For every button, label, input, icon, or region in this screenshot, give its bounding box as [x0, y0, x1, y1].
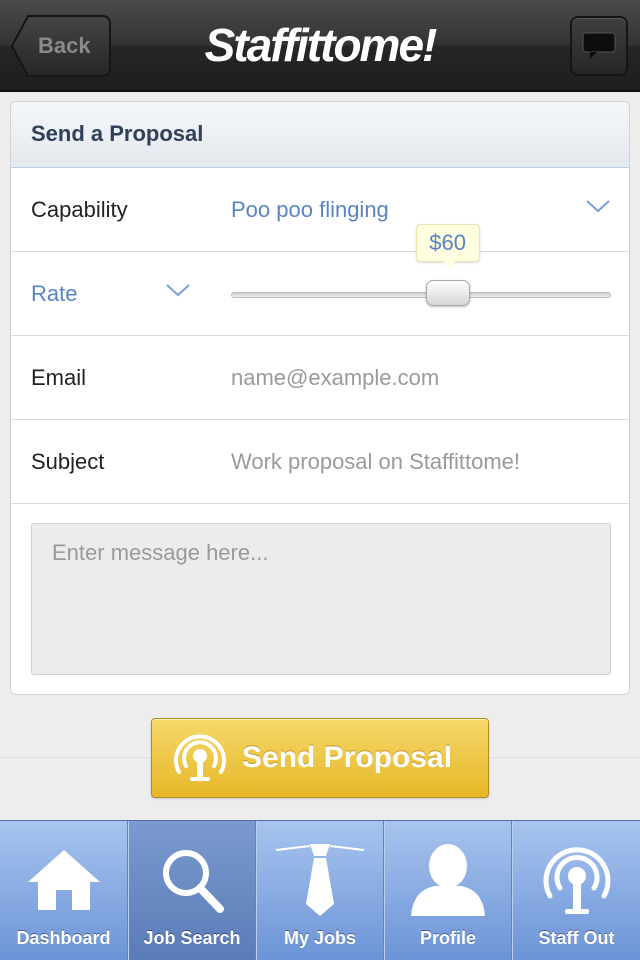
rate-slider-thumb[interactable] [425, 280, 470, 306]
email-label: Email [31, 365, 87, 390]
chevron-down-icon[interactable] [165, 282, 191, 298]
rate-select[interactable]: Rate [31, 252, 77, 336]
tab-staff-out[interactable]: Staff Out [512, 821, 640, 960]
send-proposal-button[interactable]: Send Proposal [151, 718, 489, 798]
tab-bar: Dashboard Job Search My Jobs Profile Sta… [0, 820, 640, 960]
capability-row[interactable]: Capability Poo poo flinging [11, 168, 629, 252]
tab-my-jobs-label: My Jobs [283, 928, 357, 948]
tab-profile-label: Profile [419, 928, 476, 948]
send-proposal-label: Send Proposal [242, 741, 453, 774]
magnifier-icon [163, 850, 224, 913]
app-logo: Staffittome! [204, 19, 438, 71]
nav-bar: Back Staffittome! [0, 0, 640, 92]
broadcast-icon [174, 734, 226, 781]
chevron-down-icon[interactable] [585, 198, 611, 214]
home-icon [27, 850, 100, 910]
subject-field[interactable]: Work proposal on Staffittome! [231, 420, 611, 504]
rate-row: Rate $60 [11, 224, 629, 336]
chat-button[interactable] [570, 16, 628, 76]
rate-slider-track[interactable] [231, 292, 611, 298]
rate-value-tooltip: $60 [415, 224, 480, 269]
subject-row[interactable]: Subject Work proposal on Staffittome! [11, 420, 629, 504]
email-field[interactable]: name@example.com [231, 336, 611, 420]
tab-dashboard-label: Dashboard [16, 928, 111, 948]
tab-staff-out-label: Staff Out [538, 928, 615, 948]
person-icon [411, 844, 485, 916]
tab-job-search[interactable]: Job Search [128, 821, 256, 960]
tab-dashboard[interactable]: Dashboard [0, 821, 128, 960]
proposal-form-card: Send a Proposal Capability Poo poo fling… [10, 101, 630, 695]
broadcast-icon [543, 847, 610, 914]
form-title: Send a Proposal [11, 102, 629, 168]
capability-label: Capability [31, 197, 128, 222]
speech-bubble-icon [582, 32, 616, 59]
tab-my-jobs[interactable]: My Jobs [256, 821, 384, 960]
capability-select[interactable]: Poo poo flinging [231, 168, 389, 252]
tie-icon [275, 844, 365, 916]
email-row[interactable]: Email name@example.com [11, 336, 629, 420]
subject-label: Subject [31, 449, 105, 474]
tab-profile[interactable]: Profile [384, 821, 512, 960]
message-textarea[interactable]: Enter message here... [31, 523, 611, 675]
tab-job-search-label: Job Search [143, 928, 241, 948]
